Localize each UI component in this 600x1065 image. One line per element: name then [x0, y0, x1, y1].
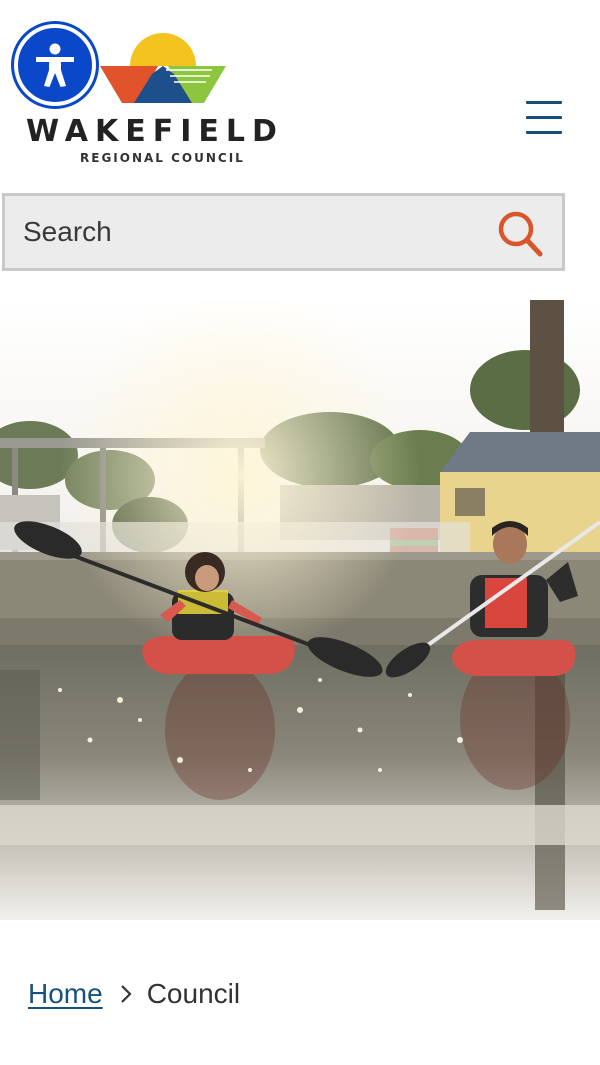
hamburger-menu-button[interactable] — [522, 96, 566, 140]
logo-mark-icon — [100, 33, 226, 103]
logo-subtitle: REGIONAL COUNCIL — [80, 151, 245, 165]
accessibility-person-icon — [36, 43, 74, 87]
search-input[interactable] — [5, 196, 485, 268]
site-header: WAKEFIELD REGIONAL COUNCIL — [0, 0, 600, 190]
menu-bar — [526, 101, 562, 104]
breadcrumb-current: Council — [146, 978, 241, 1009]
chevron-right-icon — [119, 983, 133, 1005]
menu-bar — [526, 116, 562, 119]
logo-wordmark: WAKEFIELD — [26, 114, 284, 149]
search-bar — [2, 193, 565, 271]
accessibility-button[interactable] — [14, 24, 96, 106]
hero-photo — [0, 300, 600, 920]
search-icon — [498, 211, 543, 257]
menu-bar — [526, 131, 562, 134]
hero-image — [0, 300, 600, 920]
breadcrumb-home-link[interactable]: Home — [28, 978, 103, 1010]
breadcrumb: Home Council — [28, 972, 240, 1016]
search-button[interactable] — [494, 208, 546, 260]
